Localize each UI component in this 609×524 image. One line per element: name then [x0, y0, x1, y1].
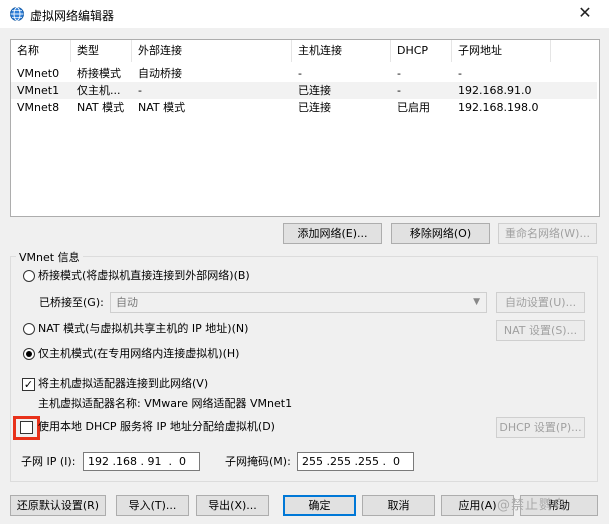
restore-defaults-button[interactable]: 还原默认设置(R)	[10, 495, 106, 516]
title-bar: 虚拟网络编辑器 ✕	[0, 0, 609, 28]
list-header: 名称 类型 外部连接 主机连接 DHCP 子网地址	[11, 40, 551, 62]
column-header-external[interactable]: 外部连接	[132, 40, 292, 62]
chevron-down-icon: ▼	[473, 297, 480, 307]
table-row[interactable]: VMnet8 NAT 模式 NAT 模式 已连接 已启用 192.168.198…	[11, 99, 597, 116]
subnet-ip-label: 子网 IP (I):	[21, 455, 76, 468]
connect-adapter-label: 将主机虚拟适配器连接到此网络(V)	[38, 377, 209, 390]
cell-type: 仅主机...	[77, 84, 121, 97]
cell-external: 自动桥接	[138, 67, 182, 80]
cell-subnet: -	[458, 67, 462, 80]
cell-name: VMnet8	[17, 101, 60, 114]
bridged-to-value: 自动	[116, 296, 138, 309]
cell-host: 已连接	[298, 84, 331, 97]
vmnet-info-group	[10, 256, 598, 482]
bridged-to-label: 已桥接至(G):	[39, 296, 104, 309]
host-only-label: 仅主机模式(在专用网络内连接虚拟机)(H)	[38, 347, 240, 360]
cell-host: -	[298, 67, 302, 80]
window-title: 虚拟网络编辑器	[30, 9, 115, 23]
vmnet-info-label: VMnet 信息	[16, 249, 83, 265]
dhcp-label: 使用本地 DHCP 服务将 IP 地址分配给虚拟机(D)	[38, 420, 275, 433]
cell-dhcp: -	[397, 84, 401, 97]
highlight-box	[13, 416, 40, 440]
cell-external: NAT 模式	[138, 101, 186, 114]
cell-name: VMnet0	[17, 67, 60, 80]
cell-host: 已连接	[298, 101, 331, 114]
cell-subnet: 192.168.91.0	[458, 84, 532, 97]
subnet-ip-field[interactable]: 192 .168 . 91 . 0	[83, 452, 200, 471]
cell-name: VMnet1	[17, 84, 60, 97]
ok-button[interactable]: 确定	[283, 495, 356, 516]
nat-settings-button[interactable]: NAT 设置(S)...	[496, 320, 585, 341]
table-row[interactable]: VMnet1 仅主机... - 已连接 - 192.168.91.0	[11, 82, 597, 99]
network-globe-icon	[10, 7, 24, 21]
nat-label: NAT 模式(与虚拟机共享主机的 IP 地址)(N)	[38, 322, 249, 335]
subnet-mask-field[interactable]: 255 .255 .255 . 0	[297, 452, 414, 471]
add-network-button[interactable]: 添加网络(E)...	[283, 223, 382, 244]
watermark: @禁止鹦鸟	[497, 498, 568, 513]
cell-external: -	[138, 84, 142, 97]
adapter-name-label: 主机虚拟适配器名称: VMware 网络适配器 VMnet1	[38, 397, 293, 410]
table-row[interactable]: VMnet0 桥接模式 自动桥接 - - -	[11, 65, 597, 82]
remove-network-button[interactable]: 移除网络(O)	[391, 223, 490, 244]
subnet-mask-label: 子网掩码(M):	[225, 455, 291, 468]
cell-dhcp: 已启用	[397, 101, 430, 114]
cell-dhcp: -	[397, 67, 401, 80]
column-header-dhcp[interactable]: DHCP	[391, 40, 452, 62]
column-header-type[interactable]: 类型	[71, 40, 132, 62]
column-header-subnet[interactable]: 子网地址	[452, 40, 551, 62]
nat-radio[interactable]	[23, 323, 35, 335]
cell-type: 桥接模式	[77, 67, 121, 80]
connect-adapter-checkbox[interactable]: ✓	[22, 378, 35, 391]
import-button[interactable]: 导入(T)...	[116, 495, 189, 516]
cell-type: NAT 模式	[77, 101, 125, 114]
bridged-label: 桥接模式(将虚拟机直接连接到外部网络)(B)	[38, 269, 250, 282]
column-header-name[interactable]: 名称	[11, 40, 71, 62]
bridged-radio[interactable]	[23, 270, 35, 282]
auto-settings-button[interactable]: 自动设置(U)...	[496, 292, 585, 313]
cancel-button[interactable]: 取消	[362, 495, 435, 516]
rename-network-button[interactable]: 重命名网络(W)...	[498, 223, 597, 244]
column-header-host[interactable]: 主机连接	[292, 40, 391, 62]
network-list[interactable]: 名称 类型 外部连接 主机连接 DHCP 子网地址 VMnet0 桥接模式 自动…	[10, 39, 600, 217]
bridged-to-select[interactable]: 自动 ▼	[110, 292, 487, 313]
close-icon[interactable]: ✕	[566, 2, 604, 26]
cell-subnet: 192.168.198.0	[458, 101, 539, 114]
host-only-radio[interactable]	[23, 348, 35, 360]
dhcp-settings-button[interactable]: DHCP 设置(P)...	[496, 417, 585, 438]
export-button[interactable]: 导出(X)...	[196, 495, 269, 516]
